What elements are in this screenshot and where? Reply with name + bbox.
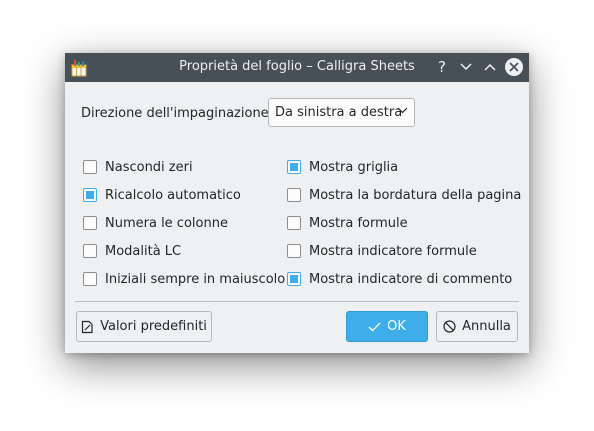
cancel-button[interactable]: Annulla [436, 311, 518, 342]
direction-label: Direzione dell'impaginazione: [81, 106, 274, 121]
checkbox[interactable] [287, 216, 301, 230]
option-show-grid[interactable]: Mostra griglia [287, 157, 398, 177]
titlebar[interactable]: Proprietà del foglio – Calligra Sheets ? [65, 53, 529, 82]
option-label: Mostra la bordatura della pagina [309, 187, 522, 203]
option-label: Mostra indicatore di commento [309, 271, 513, 287]
defaults-button-label: Valori predefiniti [100, 319, 207, 334]
checkbox[interactable] [83, 272, 97, 286]
check-icon [368, 322, 381, 331]
dialog-window: Proprietà del foglio – Calligra Sheets ?… [65, 53, 529, 353]
cancel-button-label: Annulla [462, 319, 511, 334]
checkbox[interactable] [83, 160, 97, 174]
help-icon: ? [438, 58, 446, 76]
chevron-down-icon [397, 107, 408, 114]
ok-button[interactable]: OK [346, 311, 428, 342]
close-button[interactable] [505, 58, 523, 76]
checkbox[interactable] [83, 244, 97, 258]
checkbox[interactable] [287, 272, 301, 286]
chevron-up-icon [484, 63, 496, 71]
defaults-button[interactable]: Valori predefiniti [76, 311, 212, 342]
option-show-comment-indicator[interactable]: Mostra indicatore di commento [287, 269, 512, 289]
cancel-icon [443, 320, 456, 333]
chevron-down-icon [460, 63, 472, 71]
option-capitalize-first[interactable]: Iniziali sempre in maiuscolo [83, 269, 285, 289]
help-button[interactable]: ? [433, 58, 451, 76]
direction-selected-value: Da sinistra a destra [275, 105, 403, 120]
option-label: Nascondi zeri [105, 159, 193, 175]
option-label: Mostra indicatore formule [309, 243, 477, 259]
option-number-columns[interactable]: Numera le colonne [83, 213, 228, 233]
option-show-formulas[interactable]: Mostra formule [287, 213, 408, 233]
option-show-formula-indicator[interactable]: Mostra indicatore formule [287, 241, 477, 261]
option-label: Modalità LC [105, 243, 182, 259]
minimize-button[interactable] [457, 58, 475, 76]
maximize-button[interactable] [481, 58, 499, 76]
option-show-page-borders[interactable]: Mostra la bordatura della pagina [287, 185, 521, 205]
option-label: Iniziali sempre in maiuscolo [105, 271, 286, 287]
checkbox[interactable] [287, 160, 301, 174]
option-label: Ricalcolo automatico [105, 187, 241, 203]
option-auto-recalc[interactable]: Ricalcolo automatico [83, 185, 241, 205]
checkbox[interactable] [287, 188, 301, 202]
separator [75, 301, 519, 302]
document-edit-icon [81, 320, 93, 333]
option-label: Mostra formule [309, 215, 408, 231]
direction-select[interactable]: Da sinistra a destra [268, 98, 415, 127]
option-lc-mode[interactable]: Modalità LC [83, 241, 181, 261]
option-label: Mostra griglia [309, 159, 399, 175]
checkbox[interactable] [287, 244, 301, 258]
checkbox[interactable] [83, 188, 97, 202]
close-icon [509, 62, 519, 72]
ok-button-label: OK [387, 319, 406, 334]
checkbox[interactable] [83, 216, 97, 230]
option-label: Numera le colonne [105, 215, 228, 231]
option-hide-zeros[interactable]: Nascondi zeri [83, 157, 193, 177]
